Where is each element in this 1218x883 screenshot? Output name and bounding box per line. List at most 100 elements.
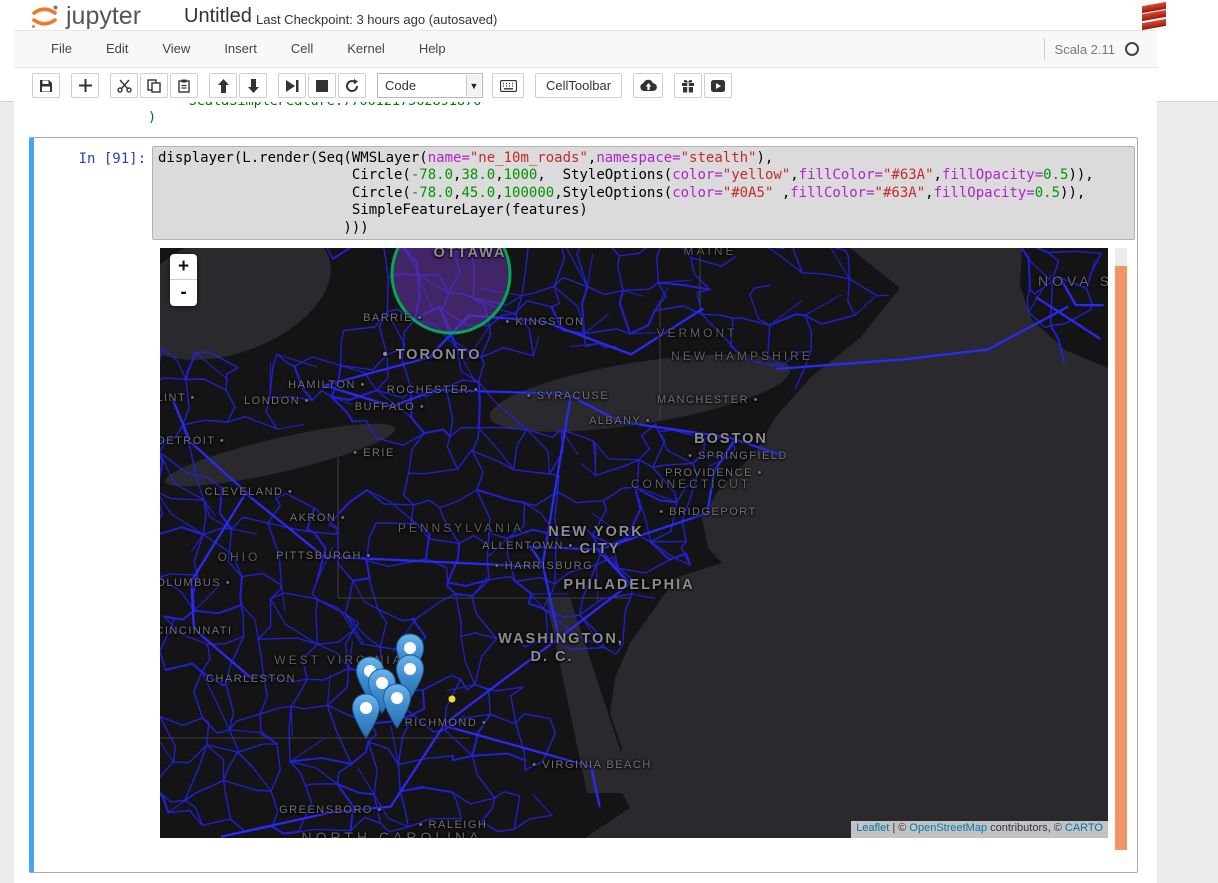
map-label: NORTH CAROLINA <box>302 829 483 838</box>
kernel-zone: Scala 2.11 <box>1044 31 1143 67</box>
menu-file[interactable]: File <box>34 31 89 67</box>
map-attribution: Leaflet | © OpenStreetMap contributors, … <box>851 821 1108 838</box>
map-label: LONDON • <box>244 395 310 407</box>
paste-icon <box>177 79 191 93</box>
code-lines: displayer(L.render(Seq(WMSLayer(name="ne… <box>158 150 1129 237</box>
map-label: NEW YORK <box>548 524 644 540</box>
menu-edit[interactable]: Edit <box>89 31 145 67</box>
zoom-in-button[interactable]: + <box>170 254 197 280</box>
paste-button[interactable] <box>170 73 198 98</box>
map-canvas <box>160 248 1108 838</box>
zoom-out-button[interactable]: - <box>170 280 197 306</box>
checkpoint-status: Last Checkpoint: 3 hours ago (autosaved) <box>256 12 497 27</box>
move-up-button[interactable] <box>209 73 237 98</box>
stop-button[interactable] <box>308 73 336 98</box>
leaflet-link[interactable]: Leaflet <box>856 822 889 834</box>
keyboard-icon <box>500 80 517 92</box>
toolbar: Code ▼ CellToolbar <box>14 68 1157 102</box>
output-scrollbar[interactable] <box>1115 248 1127 850</box>
map-label: VERMONT <box>657 326 738 340</box>
map-label: OTTAWA <box>434 248 507 261</box>
prev-output-line2: ) <box>148 109 156 125</box>
map-label: BARRIE • <box>363 312 423 324</box>
map-label: • BRIDGEPORT <box>659 506 756 518</box>
cell-type-select[interactable]: Code ▼ <box>377 73 483 98</box>
input-prompt: In [91]: <box>34 151 146 167</box>
jupyter-logo-icon <box>30 3 60 31</box>
cloud-upload-button[interactable] <box>633 73 663 98</box>
menubar: FileEditViewInsertCellKernelHelp Scala 2… <box>14 30 1157 68</box>
map-label: PHILADELPHIA <box>563 577 694 593</box>
map-label: DETROIT • <box>160 435 225 447</box>
chevron-down-icon: ▼ <box>466 75 481 96</box>
leaflet-map[interactable]: OTTAWAMAINENOVA SCOBARRIE •• KINGSTON• T… <box>160 248 1108 838</box>
jupyter-logo[interactable]: jupyter <box>30 2 141 31</box>
menu-kernel[interactable]: Kernel <box>330 31 402 67</box>
menu-insert[interactable]: Insert <box>207 31 274 67</box>
kernel-separator <box>1044 38 1045 60</box>
restart-icon <box>345 79 359 93</box>
map-label: HAMILTON • <box>288 379 366 391</box>
copy-icon <box>147 79 161 93</box>
map-label: CONNECTICUT <box>631 477 751 491</box>
menu-view[interactable]: View <box>145 31 207 67</box>
map-label: MAINE <box>683 248 736 258</box>
gift-icon <box>681 79 695 93</box>
map-label: OHIO <box>218 550 261 564</box>
map-label: WASHINGTON, <box>498 631 624 647</box>
save-button[interactable] <box>32 73 60 98</box>
move-down-button[interactable] <box>239 73 267 98</box>
prev-output-line1: ScalaSimpleFeature:77661217562891876 <box>148 102 481 109</box>
code-cell[interactable]: In [91]: displayer(L.render(Seq(WMSLayer… <box>29 137 1138 873</box>
map-label: • TORONTO <box>382 347 481 363</box>
map-label: CINCINNATI <box>160 625 233 637</box>
scala-logo <box>1142 2 1168 30</box>
run-button[interactable] <box>278 73 306 98</box>
map-label: RICHMOND • <box>405 717 487 729</box>
menu-help[interactable]: Help <box>402 31 463 67</box>
map-label: CITY <box>579 541 620 557</box>
map-label: NEW HAMPSHIRE <box>671 349 813 363</box>
video-button[interactable] <box>704 73 732 98</box>
celltoolbar-button[interactable]: CellToolbar <box>535 73 622 98</box>
map-label: GREENSBORO • <box>279 804 383 816</box>
map-zoom-control: + - <box>170 254 197 306</box>
map-small-circle[interactable] <box>449 696 456 703</box>
stop-icon <box>316 80 328 92</box>
step-forward-icon <box>286 80 299 92</box>
map-label: CHARLESTON <box>206 673 296 685</box>
map-label: BUFFALO • <box>355 401 426 413</box>
map-label: • SYRACUSE <box>527 390 609 402</box>
map-label: PENNSYLVANIA <box>398 521 524 535</box>
map-marker[interactable] <box>351 693 381 739</box>
notebook-scroll-area: ScalaSimpleFeature:77661217562891876 ) I… <box>14 0 1157 883</box>
restart-button[interactable] <box>338 73 366 98</box>
map-label: ALBANY • <box>589 415 651 427</box>
osm-link[interactable]: OpenStreetMap <box>909 822 987 834</box>
notebook-title[interactable]: Untitled <box>184 5 252 28</box>
add-cell-icon <box>79 79 92 92</box>
code-editor[interactable]: displayer(L.render(Seq(WMSLayer(name="ne… <box>152 146 1135 240</box>
kernel-name: Scala 2.11 <box>1055 42 1115 57</box>
attrib-sep: | © <box>889 822 909 834</box>
save-icon <box>39 79 53 93</box>
map-label: ALLENTOWN • <box>482 540 574 552</box>
add-cell-button[interactable] <box>71 73 99 98</box>
copy-button[interactable] <box>140 73 168 98</box>
map-marker[interactable] <box>382 683 412 729</box>
app-header: jupyter Untitled Last Checkpoint: 3 hour… <box>0 0 1218 102</box>
move-up-icon <box>217 79 230 93</box>
cut-button[interactable] <box>110 73 138 98</box>
cut-icon <box>117 79 132 93</box>
map-label: CLEVELAND • <box>205 486 294 498</box>
map-label: PITTSBURGH • <box>276 550 372 562</box>
carto-link[interactable]: CARTO <box>1065 822 1103 834</box>
map-label: • SPRINGFIELD <box>688 450 788 462</box>
attrib-mid: contributors, © <box>987 822 1065 834</box>
output-scrollbar-thumb[interactable] <box>1115 266 1127 850</box>
cell-type-value: Code <box>385 78 416 93</box>
menu-cell[interactable]: Cell <box>274 31 330 67</box>
gift-button[interactable] <box>674 73 702 98</box>
map-label: BOSTON <box>694 431 768 447</box>
keyboard-shortcuts-button[interactable] <box>492 73 524 98</box>
